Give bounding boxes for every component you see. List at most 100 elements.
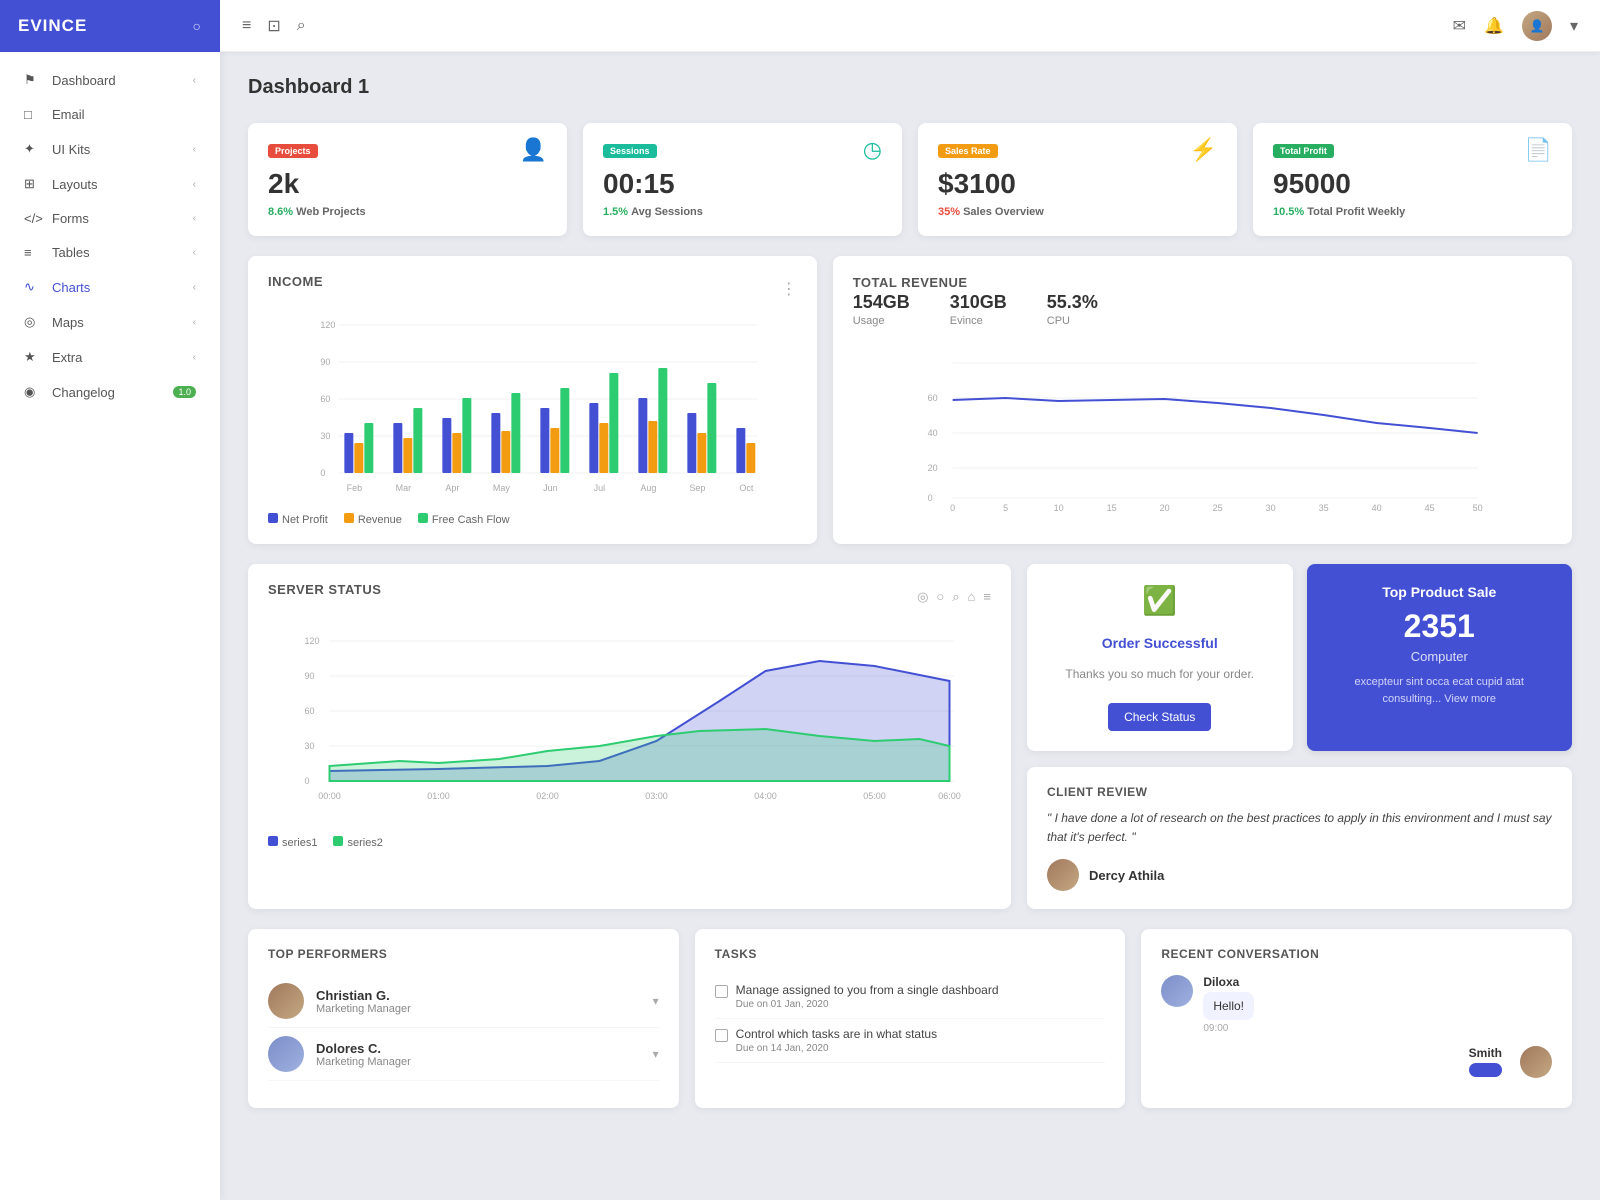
svg-text:Aug: Aug [640, 483, 656, 493]
svg-text:0: 0 [320, 468, 325, 478]
circle-icon[interactable]: ○ [936, 589, 944, 605]
check-status-button[interactable]: Check Status [1108, 703, 1211, 731]
sidebar-item-charts[interactable]: ∿ Charts ‹ [6, 270, 214, 304]
check-circle-icon: ✅ [1142, 584, 1177, 617]
income-chart-title: INCOME [268, 274, 323, 289]
chevron-icon: ‹ [193, 247, 196, 258]
sidebar-item-forms[interactable]: </> Forms ‹ [6, 202, 214, 235]
series1-label: series1 [282, 837, 317, 849]
projects-badge: Projects [268, 144, 318, 158]
performer-item: Dolores C. Marketing Manager ▾ [268, 1028, 659, 1081]
performer-name: Dolores C. [316, 1041, 411, 1056]
task-checkbox[interactable] [715, 1029, 728, 1042]
svg-text:02:00: 02:00 [536, 791, 559, 801]
user-avatar[interactable]: 👤 [1522, 11, 1552, 41]
task-text: Manage assigned to you from a single das… [736, 983, 999, 997]
sidebar-toggle-icon[interactable]: ○ [193, 18, 202, 34]
performer-arrow[interactable]: ▾ [653, 994, 659, 1008]
email-icon: □ [24, 107, 42, 122]
series2-label: series2 [347, 837, 382, 849]
conversation-item: Diloxa Hello! 09:00 [1161, 975, 1552, 1034]
svg-text:0: 0 [927, 493, 932, 503]
svg-text:00:00: 00:00 [318, 791, 341, 801]
cashflow-dot [418, 513, 428, 523]
charts-row: INCOME ⋮ 120 90 60 30 0 [248, 256, 1572, 544]
sidebar-item-uikits[interactable]: ✦ UI Kits ‹ [6, 132, 214, 166]
sidebar-item-label: Forms [52, 211, 89, 226]
server-status-card: SERVER STATUS ◎ ○ ⌕ ⌂ ≡ [248, 564, 1011, 909]
sidebar-item-layouts[interactable]: ⊞ Layouts ‹ [6, 167, 214, 201]
user-dropdown-icon[interactable]: ▾ [1570, 16, 1578, 36]
home-icon[interactable]: ⌂ [968, 589, 976, 605]
net-profit-dot [268, 513, 278, 523]
target-icon[interactable]: ◎ [917, 589, 928, 605]
conversation-item: Smith [1161, 1046, 1552, 1078]
review-text: " I have done a lot of research on the b… [1047, 809, 1552, 847]
main-area: ≡ ⊡ ⌕ ✉ 🔔 👤 ▾ Dashboard 1 Projects 👤 2k [220, 0, 1600, 1200]
changelog-badge: 1.0 [173, 386, 196, 398]
sidebar-item-dashboard[interactable]: ⚑ Dashboard ‹ [6, 63, 214, 97]
sidebar-item-label: Tables [52, 245, 90, 260]
legend-revenue: Revenue [358, 514, 402, 526]
sidebar-item-extra[interactable]: ★ Extra ‹ [6, 340, 214, 374]
menu-dots-icon[interactable]: ≡ [983, 589, 991, 605]
revenue-dot [344, 513, 354, 523]
sidebar-item-label: Extra [52, 350, 82, 365]
review-card: CLIENT REVIEW " I have done a lot of res… [1027, 767, 1572, 909]
extra-icon: ★ [24, 349, 42, 365]
chevron-icon: ‹ [193, 75, 196, 86]
zoom-icon[interactable]: ⌕ [952, 589, 959, 605]
svg-text:0: 0 [950, 503, 955, 513]
projects-icon: 👤 [520, 137, 547, 163]
profit-value: 95000 [1273, 168, 1552, 200]
sidebar-item-changelog[interactable]: ◉ Changelog 1.0 [6, 375, 214, 409]
task-due: Due on 14 Jan, 2020 [736, 1043, 937, 1054]
tables-row: TOP PERFORMERS Christian G. Marketing Ma… [248, 929, 1572, 1108]
legend-net-profit: Net Profit [282, 514, 328, 526]
svg-text:60: 60 [927, 393, 937, 403]
income-chart-menu-icon[interactable]: ⋮ [781, 279, 797, 299]
top-product-title: Top Product Sale [1327, 584, 1553, 600]
task-due: Due on 01 Jan, 2020 [736, 999, 999, 1010]
expand-icon[interactable]: ⊡ [267, 16, 280, 36]
search-icon[interactable]: ⌕ [297, 17, 306, 35]
conversation-title: RECENT CONVERSATION [1161, 947, 1552, 961]
svg-text:50: 50 [1472, 503, 1482, 513]
revenue-stats: 154GB Usage 310GB Evince 55.3% CPU [853, 292, 1552, 327]
svg-text:Feb: Feb [347, 483, 363, 493]
revenue-chart-card: TOTAL REVENUE 154GB Usage 310GB Evince 5… [833, 256, 1572, 544]
svg-text:60: 60 [305, 706, 315, 716]
revenue-chart-title: TOTAL REVENUE [853, 275, 968, 290]
performer-item: Christian G. Marketing Manager ▾ [268, 975, 659, 1028]
reviewer-avatar [1047, 859, 1079, 891]
series2-dot [333, 836, 343, 846]
bell-icon[interactable]: 🔔 [1484, 16, 1504, 36]
projects-sub: 8.6% Web Projects [268, 206, 547, 218]
svg-text:20: 20 [1159, 503, 1169, 513]
avatar-image: 👤 [1522, 11, 1552, 41]
mail-icon[interactable]: ✉ [1453, 16, 1466, 36]
income-bar-chart: 120 90 60 30 0 [268, 313, 797, 503]
task-checkbox[interactable] [715, 985, 728, 998]
usage-label: Usage [853, 315, 910, 327]
sidebar-item-email[interactable]: □ Email [6, 98, 214, 131]
evince-stat: 310GB Evince [950, 292, 1007, 327]
sidebar-item-label: UI Kits [52, 142, 90, 157]
sidebar-nav: ⚑ Dashboard ‹ □ Email ✦ UI Kits ‹ ⊞ Layo… [0, 52, 220, 1200]
sidebar: EVINCE ○ ⚑ Dashboard ‹ □ Email ✦ UI Kits… [0, 0, 220, 1200]
sidebar-item-maps[interactable]: ◎ Maps ‹ [6, 305, 214, 339]
performer-arrow[interactable]: ▾ [653, 1047, 659, 1061]
sidebar-logo: EVINCE [18, 16, 87, 36]
svg-text:60: 60 [320, 394, 330, 404]
menu-icon[interactable]: ≡ [242, 17, 251, 35]
page-title: Dashboard 1 [248, 76, 1572, 99]
sidebar-item-tables[interactable]: ≡ Tables ‹ [6, 236, 214, 269]
sidebar-item-label: Maps [52, 315, 84, 330]
order-title: Order Successful [1102, 635, 1218, 651]
svg-text:Jul: Jul [594, 483, 606, 493]
server-status-title: SERVER STATUS [268, 582, 381, 597]
topbar: ≡ ⊡ ⌕ ✉ 🔔 👤 ▾ [220, 0, 1600, 52]
sales-value: $3100 [938, 168, 1217, 200]
sessions-icon: ◷ [863, 137, 882, 163]
svg-text:30: 30 [1265, 503, 1275, 513]
